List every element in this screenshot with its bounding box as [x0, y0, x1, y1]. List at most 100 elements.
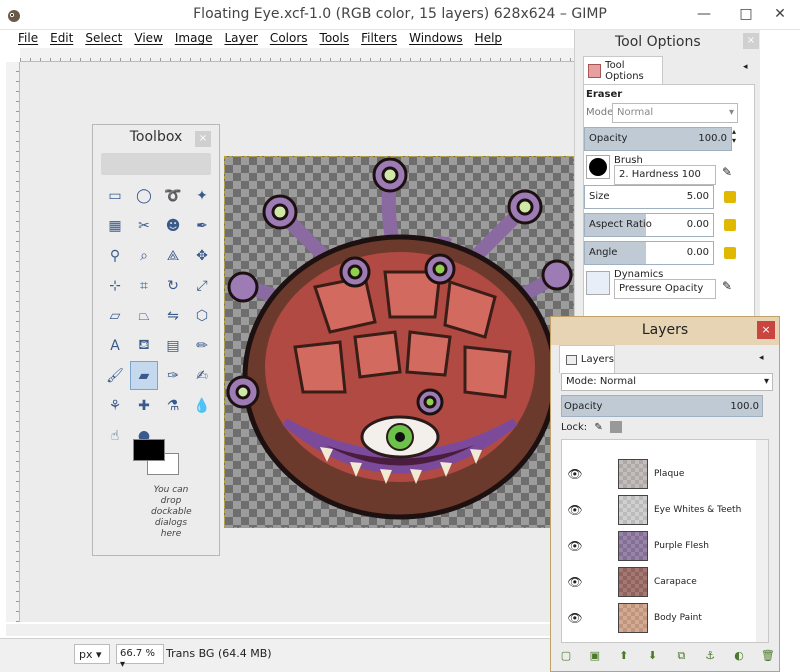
- menu-image[interactable]: Image: [169, 30, 219, 48]
- bucket-fill-tool-button[interactable]: ⛾: [130, 331, 158, 360]
- lock-alpha-icon[interactable]: [609, 421, 622, 433]
- delete-layer-icon[interactable]: 🗑: [761, 649, 775, 663]
- duplicate-layer-icon[interactable]: ⧉: [674, 649, 688, 663]
- move-tool-button[interactable]: ✥: [188, 241, 216, 270]
- reset-size-icon[interactable]: [724, 191, 736, 203]
- visibility-eye-icon[interactable]: 👁: [562, 539, 588, 553]
- lower-layer-icon[interactable]: ⬇: [646, 649, 660, 663]
- dock-menu-icon[interactable]: ◂: [743, 62, 748, 72]
- new-layer-icon[interactable]: ▢: [559, 649, 573, 663]
- menu-file[interactable]: File: [12, 30, 44, 48]
- brush-preview[interactable]: [586, 155, 610, 179]
- scissors-tool-button[interactable]: ✂: [130, 211, 158, 240]
- fg-bg-colors[interactable]: [133, 439, 183, 479]
- vertical-ruler[interactable]: [6, 62, 20, 622]
- ellipse-select-tool-button[interactable]: ◯: [130, 181, 158, 210]
- menu-windows[interactable]: Windows: [403, 30, 469, 48]
- layer-name[interactable]: Purple Flesh: [654, 541, 709, 551]
- close-button[interactable]: ✕: [770, 6, 790, 22]
- opacity-spin[interactable]: ▴ ▾: [732, 127, 736, 145]
- align-tool-button[interactable]: ⊹: [101, 271, 129, 300]
- image-canvas[interactable]: [224, 156, 574, 528]
- scale-tool-button[interactable]: ⤢: [188, 271, 216, 300]
- paintbrush-tool-button[interactable]: 🖌: [101, 361, 129, 390]
- mask-layer-icon[interactable]: ◐: [732, 649, 746, 663]
- layer-name[interactable]: Plaque: [654, 469, 684, 479]
- free-select-tool-button[interactable]: ➰: [159, 181, 187, 210]
- layer-mode-select[interactable]: Mode: Normal ▾: [561, 373, 773, 391]
- rect-select-tool-button[interactable]: ▭: [101, 181, 129, 210]
- brush-field[interactable]: 2. Hardness 100: [614, 165, 716, 185]
- visibility-eye-icon[interactable]: 👁: [562, 467, 588, 481]
- paths-tool-button[interactable]: ✒: [188, 211, 216, 240]
- anchor-layer-icon[interactable]: ⚓: [703, 649, 717, 663]
- layer-opacity-slider[interactable]: Opacity 100.0: [561, 395, 763, 417]
- visibility-eye-icon[interactable]: 👁: [562, 503, 588, 517]
- visibility-eye-icon[interactable]: 👁: [562, 575, 588, 589]
- minimize-button[interactable]: —: [694, 6, 714, 22]
- tab-layers[interactable]: Layers: [559, 345, 615, 373]
- lock-pixels-icon[interactable]: ✎: [594, 422, 602, 433]
- layer-row[interactable]: 👁 Purple Flesh: [562, 528, 758, 564]
- cage-transform-tool-button[interactable]: ⬡: [188, 301, 216, 330]
- layers-list[interactable]: 👁 Plaque 👁 Eye Whites & Teeth 👁 Purple Flesh 👁…: [561, 439, 769, 643]
- menu-filters[interactable]: Filters: [355, 30, 403, 48]
- rotate-tool-button[interactable]: ↻: [159, 271, 187, 300]
- zoom-tool-button[interactable]: ⌕: [130, 241, 158, 270]
- airbrush-tool-button[interactable]: ✑: [159, 361, 187, 390]
- foreground-color-swatch[interactable]: [133, 439, 165, 461]
- opacity-slider[interactable]: Opacity 100.0: [584, 127, 732, 151]
- menu-edit[interactable]: Edit: [44, 30, 79, 48]
- layer-name[interactable]: Carapace: [654, 577, 697, 587]
- color-picker-tool-button[interactable]: ⚲: [101, 241, 129, 270]
- size-slider[interactable]: Size 5.00: [584, 185, 714, 209]
- foreground-select-tool-button[interactable]: ☻: [159, 211, 187, 240]
- clone-tool-button[interactable]: ⚘: [101, 391, 129, 420]
- tool-options-close-button[interactable]: ×: [743, 33, 759, 49]
- visibility-eye-icon[interactable]: 👁: [562, 611, 588, 625]
- blend-tool-button[interactable]: ▤: [159, 331, 187, 360]
- layers-close-button[interactable]: ×: [757, 321, 775, 339]
- menu-layer[interactable]: Layer: [218, 30, 263, 48]
- ink-tool-button[interactable]: ✍: [188, 361, 216, 390]
- flip-tool-button[interactable]: ⇋: [159, 301, 187, 330]
- horizontal-ruler[interactable]: [20, 48, 580, 62]
- heal-tool-button[interactable]: ✚: [130, 391, 158, 420]
- dynamics-icon[interactable]: [586, 271, 610, 295]
- pencil-tool-button[interactable]: ✏: [188, 331, 216, 360]
- new-group-icon[interactable]: ▣: [588, 649, 602, 663]
- smudge-tool-button[interactable]: ☝: [101, 421, 129, 450]
- layer-name[interactable]: Eye Whites & Teeth: [654, 505, 741, 515]
- menu-view[interactable]: View: [128, 30, 168, 48]
- unit-selector[interactable]: px ▾: [74, 644, 110, 664]
- layer-row[interactable]: 👁 Body Paint: [562, 600, 758, 636]
- layer-row[interactable]: 👁 Carapace: [562, 564, 758, 600]
- mode-select[interactable]: Normal ▾: [612, 103, 738, 123]
- perspective-tool-button[interactable]: ⏢: [130, 301, 158, 330]
- zoom-selector[interactable]: 66.7 % ▾: [116, 644, 164, 670]
- layer-name[interactable]: Body Paint: [654, 613, 702, 623]
- blur-tool-button[interactable]: 💧: [188, 391, 216, 420]
- eraser-tool-button[interactable]: ▰: [130, 361, 158, 390]
- reset-angle-icon[interactable]: [724, 247, 736, 259]
- aspect-ratio-slider[interactable]: Aspect Ratio 0.00: [584, 213, 714, 237]
- layer-row[interactable]: 👁 Plaque: [562, 456, 758, 492]
- toolbox-close-button[interactable]: ×: [195, 131, 211, 147]
- measure-tool-button[interactable]: ⟁: [159, 241, 187, 270]
- tab-tool-options[interactable]: Tool Options: [583, 56, 663, 84]
- dynamics-field[interactable]: Pressure Opacity: [614, 279, 716, 299]
- menu-tools[interactable]: Tools: [314, 30, 356, 48]
- layer-row[interactable]: 👁 Eye Whites & Teeth: [562, 492, 758, 528]
- menu-select[interactable]: Select: [79, 30, 128, 48]
- edit-dynamics-icon[interactable]: ✎: [722, 279, 732, 293]
- perspective-clone-tool-button[interactable]: ⚗: [159, 391, 187, 420]
- text-tool-button[interactable]: A: [101, 331, 129, 360]
- crop-tool-button[interactable]: ⌗: [130, 271, 158, 300]
- select-by-color-tool-button[interactable]: ▦: [101, 211, 129, 240]
- reset-aspect-icon[interactable]: [724, 219, 736, 231]
- shear-tool-button[interactable]: ▱: [101, 301, 129, 330]
- dock-menu-icon[interactable]: ◂: [759, 353, 764, 363]
- maximize-button[interactable]: □: [736, 6, 756, 22]
- edit-brush-icon[interactable]: ✎: [722, 165, 732, 179]
- raise-layer-icon[interactable]: ⬆: [617, 649, 631, 663]
